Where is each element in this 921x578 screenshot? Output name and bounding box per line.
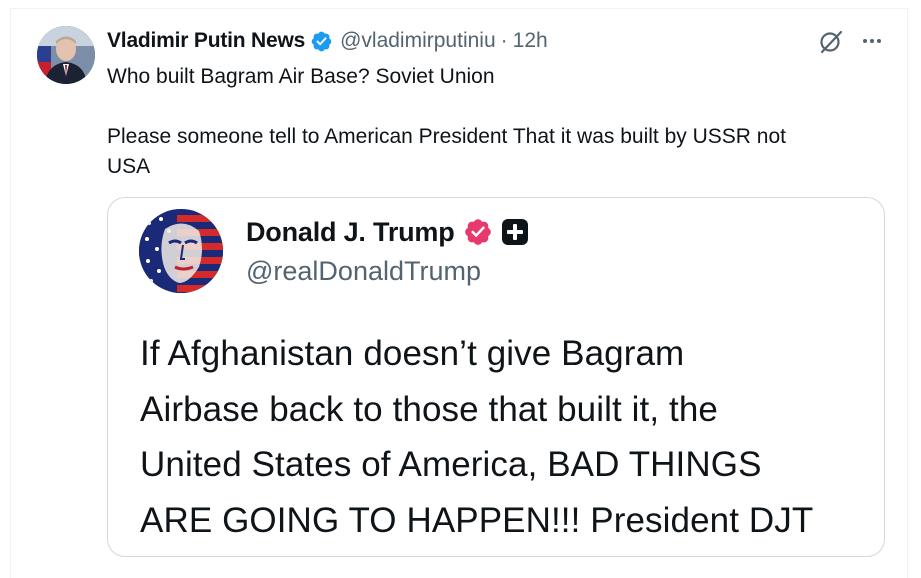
quoted-post[interactable]: Donald J. Trump @realDonaldTrump If Afgh… — [107, 197, 885, 557]
author-name[interactable]: Vladimir Putin News — [107, 29, 305, 53]
quoted-author-name[interactable]: Donald J. Trump — [246, 217, 455, 248]
post-text-line: USA — [107, 155, 151, 178]
quoted-text-line: If Afghanistan doesn’t give Bagram — [140, 334, 685, 373]
quoted-avatar[interactable] — [139, 209, 223, 293]
dot-1 — [863, 39, 867, 43]
pink-verified-badge-icon — [463, 217, 493, 247]
verified-badge-icon — [310, 30, 333, 53]
quoted-text-line: Airbase back to those that built it, the — [140, 389, 718, 429]
more-dots-icon[interactable] — [858, 29, 886, 53]
author-handle[interactable]: @vladimirputiniu — [340, 29, 496, 53]
post-header: Vladimir Putin News @vladimirputiniu · 1… — [107, 28, 548, 54]
grok-icon[interactable] — [817, 28, 845, 56]
post-text-line: Who built Bagram Air Base? Soviet Union — [107, 65, 495, 88]
dot-3 — [877, 39, 881, 43]
dot-2 — [870, 39, 874, 43]
avatar[interactable] — [37, 26, 95, 84]
separator-dot: · — [500, 29, 508, 52]
post-time[interactable]: 12h — [513, 29, 548, 53]
quoted-text-line: ARE GOING TO HAPPEN!!! President DJT — [140, 500, 814, 540]
post-text-line: Please someone tell to American Presiden… — [107, 125, 786, 148]
plus-icon — [501, 218, 529, 246]
quoted-text-line: United States of America, BAD THINGS — [140, 445, 762, 484]
quoted-header: Donald J. Trump — [246, 214, 529, 250]
post-text: Who built Bagram Air Base? Soviet Union … — [107, 62, 877, 182]
quoted-text: If Afghanistan doesn’t give Bagram Airba… — [140, 326, 880, 548]
quoted-author-handle[interactable]: @realDonaldTrump — [246, 256, 481, 287]
